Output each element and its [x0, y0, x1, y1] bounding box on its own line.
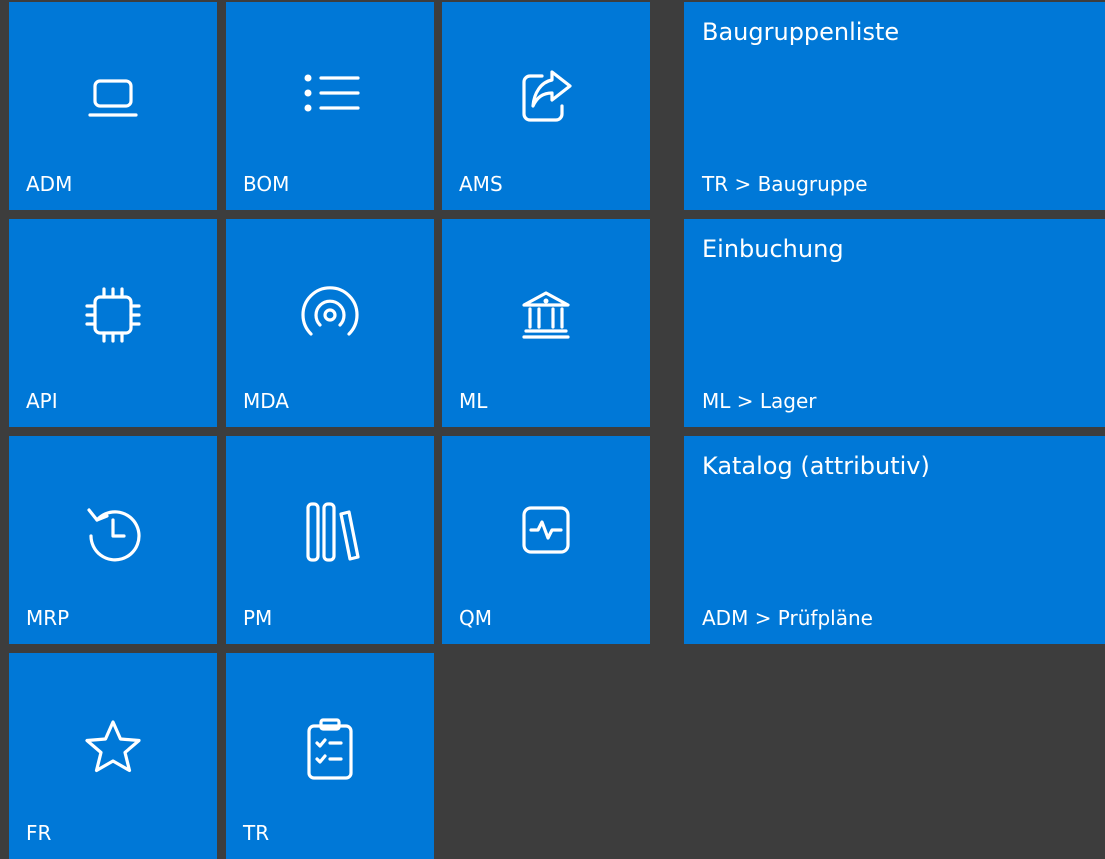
- tile-label: AMS: [459, 172, 503, 196]
- clipboard-check-icon: [294, 712, 366, 784]
- signal-icon: [294, 279, 366, 351]
- shortcut-baugruppenliste[interactable]: Baugruppenliste TR > Baugruppe: [684, 2, 1105, 210]
- tile-fr[interactable]: FR: [9, 653, 217, 859]
- shortcut-einbuchung[interactable]: Einbuchung ML > Lager: [684, 219, 1105, 427]
- bank-icon: [510, 279, 582, 351]
- tile-mda[interactable]: MDA: [226, 219, 434, 427]
- tile-qm[interactable]: QM: [442, 436, 650, 644]
- tile-ams[interactable]: AMS: [442, 2, 650, 210]
- tile-label: MDA: [243, 389, 289, 413]
- tile-label: ADM: [26, 172, 73, 196]
- tile-tr[interactable]: TR: [226, 653, 434, 859]
- star-icon: [77, 712, 149, 784]
- shortcut-path: ADM > Prüfpläne: [702, 606, 873, 630]
- tile-label: PM: [243, 606, 273, 630]
- laptop-icon: [77, 62, 149, 134]
- tile-mrp[interactable]: MRP: [9, 436, 217, 644]
- tile-bom[interactable]: BOM: [226, 2, 434, 210]
- tile-label: BOM: [243, 172, 290, 196]
- tile-ml[interactable]: ML: [442, 219, 650, 427]
- tile-label: API: [26, 389, 58, 413]
- history-icon: [77, 496, 149, 568]
- tile-label: QM: [459, 606, 492, 630]
- library-icon: [294, 496, 366, 568]
- list-icon: [294, 62, 366, 134]
- shortcut-path: TR > Baugruppe: [702, 172, 868, 196]
- tile-label: MRP: [26, 606, 70, 630]
- tile-label: FR: [26, 821, 52, 845]
- tile-label: TR: [243, 821, 270, 845]
- tile-api[interactable]: API: [9, 219, 217, 427]
- tile-label: ML: [459, 389, 488, 413]
- shortcut-path: ML > Lager: [702, 389, 817, 413]
- shortcut-title: Katalog (attributiv): [702, 452, 930, 480]
- activity-icon: [510, 496, 582, 568]
- tile-adm[interactable]: ADM: [9, 2, 217, 210]
- chip-icon: [77, 279, 149, 351]
- shortcut-title: Baugruppenliste: [702, 18, 900, 46]
- tile-pm[interactable]: PM: [226, 436, 434, 644]
- share-icon: [510, 62, 582, 134]
- shortcut-title: Einbuchung: [702, 235, 844, 263]
- shortcut-katalog[interactable]: Katalog (attributiv) ADM > Prüfpläne: [684, 436, 1105, 644]
